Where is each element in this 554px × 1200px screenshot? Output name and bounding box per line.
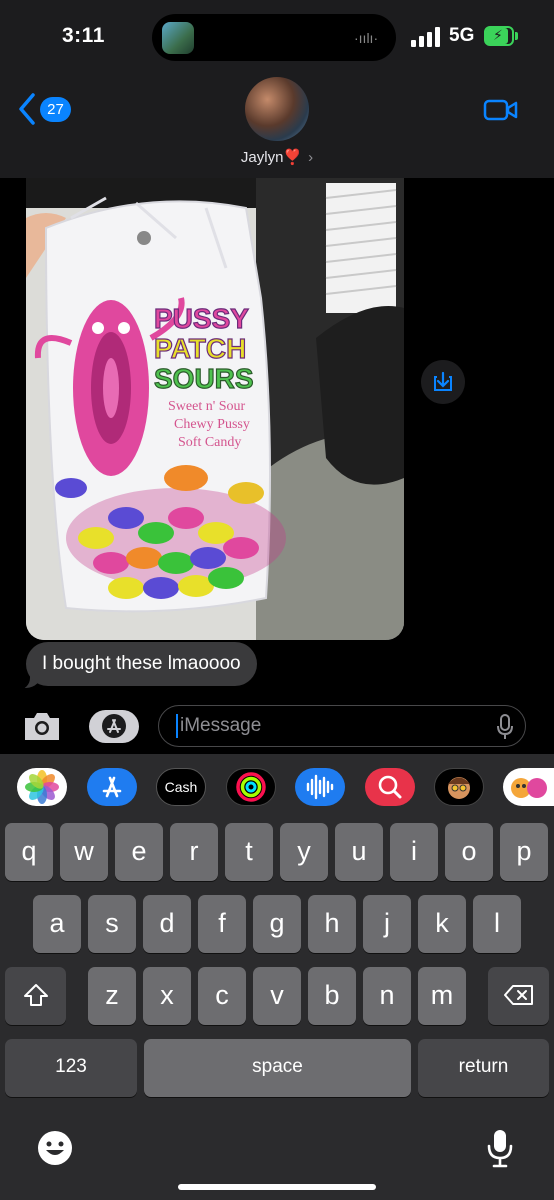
camera-icon[interactable] — [22, 710, 62, 742]
key-x[interactable]: x — [143, 967, 191, 1025]
key-u[interactable]: u — [335, 823, 383, 881]
key-h[interactable]: h — [308, 895, 356, 953]
package-title-line3: SOURS — [154, 363, 254, 394]
key-g[interactable]: g — [253, 895, 301, 953]
dictation-mic-icon[interactable] — [496, 713, 514, 741]
package-tagline-2: Chewy Pussy — [174, 417, 250, 432]
key-j[interactable]: j — [363, 895, 411, 953]
key-i[interactable]: i — [390, 823, 438, 881]
audio-message-icon[interactable] — [295, 768, 345, 806]
space-key[interactable]: space — [144, 1039, 411, 1097]
contact-name-row[interactable]: Jaylyn❣️ › — [0, 148, 554, 166]
backspace-icon — [503, 985, 533, 1005]
shift-key[interactable] — [5, 967, 66, 1025]
key-p[interactable]: p — [500, 823, 548, 881]
photos-app-icon[interactable] — [17, 768, 67, 806]
package-title-line2: PATCH — [154, 333, 246, 364]
text-cursor — [176, 714, 178, 738]
key-e[interactable]: e — [115, 823, 163, 881]
key-a[interactable]: a — [33, 895, 81, 953]
charging-bolt-icon: ⚡ — [493, 27, 503, 43]
key-z[interactable]: z — [88, 967, 136, 1025]
save-to-photos-icon[interactable] — [421, 360, 465, 404]
battery-nub — [515, 32, 518, 40]
package-tagline-3: Soft Candy — [178, 435, 241, 450]
now-playing-thumbnail — [162, 22, 194, 54]
memoji-icon[interactable] — [434, 768, 484, 806]
key-k[interactable]: k — [418, 895, 466, 953]
delete-key[interactable] — [488, 967, 549, 1025]
app-store-drawer-icon[interactable] — [87, 768, 137, 806]
message-placeholder: iMessage — [180, 715, 262, 736]
cellular-signal-icon — [411, 27, 440, 47]
key-l[interactable]: l — [473, 895, 521, 953]
facetime-video-icon[interactable] — [483, 98, 519, 122]
key-b[interactable]: b — [308, 967, 356, 1025]
received-message-bubble[interactable]: I bought these lmaoooo — [26, 642, 257, 686]
package-title-line1: PUSSY — [154, 303, 249, 334]
candy-bag-photo: PUSSY PATCH SOURS Sweet n' Sour Chewy Pu… — [26, 178, 404, 640]
key-n[interactable]: n — [363, 967, 411, 1025]
status-time: 3:11 — [62, 24, 105, 47]
apple-cash-icon[interactable]: Cash — [156, 768, 206, 806]
emoji-icon[interactable] — [36, 1129, 74, 1167]
key-o[interactable]: o — [445, 823, 493, 881]
photo-attachment[interactable]: PUSSY PATCH SOURS Sweet n' Sour Chewy Pu… — [26, 178, 404, 640]
key-v[interactable]: v — [253, 967, 301, 1025]
image-search-icon[interactable] — [365, 768, 415, 806]
return-key[interactable]: return — [418, 1039, 549, 1097]
contact-name: Jaylyn❣️ — [240, 149, 303, 166]
fitness-activity-icon[interactable] — [226, 768, 276, 806]
dictation-microphone-icon[interactable] — [486, 1128, 514, 1168]
key-t[interactable]: t — [225, 823, 273, 881]
package-tagline-1: Sweet n' Sour — [168, 399, 246, 414]
key-c[interactable]: c — [198, 967, 246, 1025]
key-d[interactable]: d — [143, 895, 191, 953]
home-indicator[interactable] — [178, 1184, 376, 1190]
numbers-key[interactable]: 123 — [5, 1039, 137, 1097]
key-q[interactable]: q — [5, 823, 53, 881]
back-chevron-icon[interactable] — [18, 92, 36, 126]
key-w[interactable]: w — [60, 823, 108, 881]
shift-icon — [23, 984, 48, 1006]
app-store-icon — [102, 714, 126, 738]
audio-waveform-icon: ·ıılı· — [354, 30, 379, 46]
key-y[interactable]: y — [280, 823, 328, 881]
key-r[interactable]: r — [170, 823, 218, 881]
chevron-right-icon: › — [308, 149, 314, 166]
key-f[interactable]: f — [198, 895, 246, 953]
key-s[interactable]: s — [88, 895, 136, 953]
network-type: 5G — [449, 25, 475, 46]
key-m[interactable]: m — [418, 967, 466, 1025]
apple-cash-label: Cash — [164, 779, 198, 795]
memoji-stickers-icon[interactable] — [503, 768, 554, 806]
contact-avatar[interactable] — [245, 77, 309, 141]
unread-count-badge[interactable]: 27 — [40, 97, 71, 122]
